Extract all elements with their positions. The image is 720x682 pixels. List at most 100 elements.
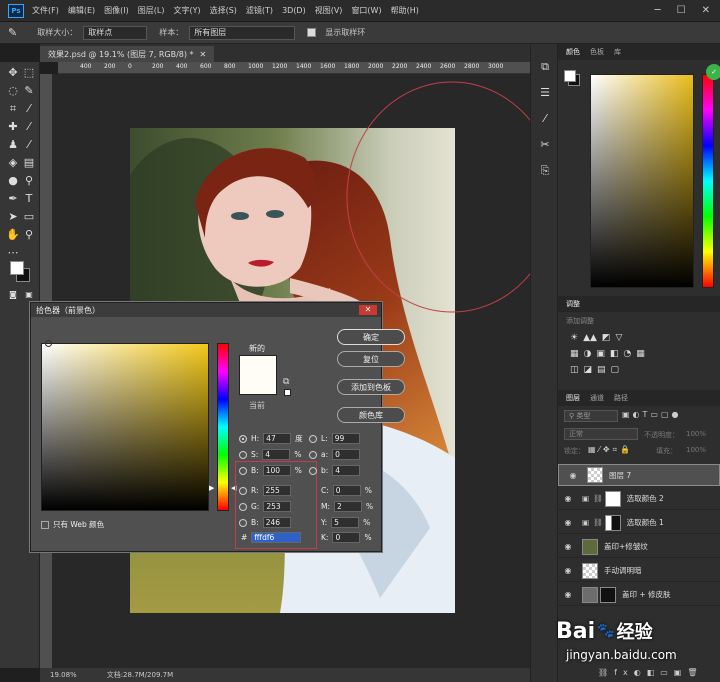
hue-slider[interactable] (702, 74, 714, 288)
tab-adjustments[interactable]: 调整 (566, 299, 580, 309)
layer-row[interactable]: ◉ 盖印 + 修皮肤 (558, 584, 720, 606)
stamp-tool-icon[interactable]: ♟ (6, 138, 20, 152)
photo-filter-icon[interactable]: ◧ (610, 349, 619, 359)
layers-footer-icons[interactable]: ⛓fx◐◧▭▣🗑 (598, 668, 704, 677)
menu-type[interactable]: 文字(Y) (173, 5, 200, 16)
tab-layers[interactable]: 图层 (566, 393, 580, 403)
color-field-cursor[interactable] (45, 340, 52, 347)
saturation-radio[interactable] (239, 450, 247, 459)
b-lab-input[interactable]: 4 (332, 465, 361, 476)
quick-mask-icon[interactable]: ◙ (6, 288, 20, 302)
color-field[interactable] (590, 74, 694, 288)
zoom-level[interactable]: 19.08% (50, 671, 77, 679)
gradient-tool-icon[interactable]: ▤ (22, 156, 36, 170)
a-radio[interactable] (309, 450, 317, 459)
quick-select-icon[interactable]: ✎ (22, 84, 36, 98)
tab-channels[interactable]: 通道 (590, 393, 604, 403)
web-safe-swatch[interactable] (284, 389, 291, 396)
l-radio[interactable] (309, 434, 317, 443)
hue-sat-icon[interactable]: ▦ (570, 349, 579, 359)
history-panel-icon[interactable]: ⧉ (538, 60, 552, 74)
cube-icon[interactable]: ⧉ (283, 377, 289, 387)
ok-button[interactable]: 确定 (337, 329, 405, 345)
eyedropper-tool-icon[interactable]: ⁄ (22, 102, 36, 116)
tool-presets-icon[interactable]: ✂ (538, 138, 552, 152)
brush-tool-icon[interactable]: ⁄ (22, 120, 36, 134)
threshold-icon[interactable]: ▤ (597, 365, 606, 375)
visibility-eye-icon[interactable]: ◉ (562, 590, 574, 599)
menu-3d[interactable]: 3D(D) (282, 6, 306, 15)
visibility-eye-icon[interactable]: ◉ (567, 471, 579, 480)
more-tools-icon[interactable]: ⋯ (6, 246, 20, 260)
hue-radio[interactable] (239, 434, 247, 443)
type-tool-icon[interactable]: T (22, 192, 36, 206)
clone-source-icon[interactable]: ⎘ (538, 164, 552, 178)
levels-icon[interactable]: ▲▲ (583, 333, 597, 343)
brightness-icon[interactable]: ☀ (570, 333, 578, 343)
visibility-eye-icon[interactable]: ◉ (562, 566, 574, 575)
fill-value[interactable]: 100% (686, 446, 706, 454)
tab-paths[interactable]: 路径 (614, 393, 628, 403)
tab-libraries[interactable]: 库 (614, 47, 621, 57)
menu-select[interactable]: 选择(S) (210, 5, 237, 16)
close-tab-icon[interactable]: ✕ (200, 50, 207, 59)
tab-swatches[interactable]: 色板 (590, 47, 604, 57)
layer-filter-icons[interactable]: ▣◐T▭▢● (622, 410, 682, 419)
layer-row[interactable]: ◉ 图层 7 (558, 464, 720, 486)
menu-filter[interactable]: 滤镜(T) (246, 5, 273, 16)
invert-icon[interactable]: ◫ (570, 365, 579, 375)
yellow-input[interactable]: 5 (331, 517, 360, 528)
sample-select[interactable]: 所有图层 (189, 25, 296, 40)
show-ring-checkbox[interactable] (307, 28, 317, 37)
menu-file[interactable]: 文件(F) (32, 5, 59, 16)
layer-filter-select[interactable]: ⚲ 类型 (564, 410, 618, 422)
layer-row[interactable]: ◉ 手动调明暗 (558, 560, 720, 582)
vibrance-icon[interactable]: ▽ (615, 333, 622, 343)
color-balance-icon[interactable]: ◑ (584, 349, 592, 359)
opacity-value[interactable]: 100% (686, 430, 706, 438)
brush-panel-icon[interactable]: ⁄ (538, 112, 552, 126)
tab-color[interactable]: 颜色 (566, 47, 580, 57)
web-only-checkbox[interactable] (41, 520, 49, 529)
menu-edit[interactable]: 编辑(E) (68, 5, 95, 16)
dialog-close-button[interactable]: ✕ (359, 305, 377, 315)
menu-window[interactable]: 窗口(W) (351, 5, 381, 16)
curves-icon[interactable]: ◩ (602, 333, 611, 343)
panel-foreground-swatch[interactable] (564, 70, 576, 82)
magenta-input[interactable]: 2 (334, 501, 362, 512)
dodge-tool-icon[interactable]: ⚲ (22, 174, 36, 188)
sample-size-select[interactable]: 取样点 (83, 25, 148, 40)
color-lookup-icon[interactable]: ▦ (636, 349, 645, 359)
menu-view[interactable]: 视图(V) (315, 5, 343, 16)
menu-image[interactable]: 图像(I) (104, 5, 129, 16)
selective-color-icon[interactable]: ▢ (611, 365, 620, 375)
path-select-icon[interactable]: ➤ (6, 210, 20, 224)
l-input[interactable]: 99 (331, 433, 360, 444)
visibility-eye-icon[interactable]: ◉ (562, 542, 574, 551)
marquee-tool-icon[interactable]: ⬚ (22, 66, 36, 80)
eyedropper-icon[interactable]: ✎ (8, 26, 17, 39)
lasso-tool-icon[interactable]: ◌ (6, 84, 20, 98)
menu-layer[interactable]: 图层(L) (138, 5, 165, 16)
layer-row[interactable]: ◉ 盖印+修皱纹 (558, 536, 720, 558)
reset-button[interactable]: 复位 (337, 351, 405, 367)
document-tab[interactable]: 效果2.psd @ 19.1% (图层 7, RGB/8) * ✕ (40, 46, 215, 62)
hue-input[interactable]: 47 (263, 433, 292, 444)
healing-tool-icon[interactable]: ✚ (6, 120, 20, 134)
zoom-tool-icon[interactable]: ⚲ (22, 228, 36, 242)
visibility-eye-icon[interactable]: ◉ (562, 518, 574, 527)
close-window-button[interactable]: ✕ (702, 5, 710, 16)
foreground-color-swatch[interactable] (10, 261, 24, 275)
menu-help[interactable]: 帮助(H) (391, 5, 419, 16)
black-input[interactable]: 0 (332, 532, 361, 543)
maximize-button[interactable]: ☐ (677, 5, 686, 16)
posterize-icon[interactable]: ◪ (584, 365, 593, 375)
hue-left-arrow-icon[interactable]: ▶ (209, 484, 214, 492)
blend-mode-select[interactable]: 正常 (564, 428, 638, 440)
add-to-swatches-button[interactable]: 添加到色板 (337, 379, 405, 395)
b-lab-radio[interactable] (309, 466, 317, 475)
saturation-input[interactable]: 4 (262, 449, 291, 460)
eraser-tool-icon[interactable]: ◈ (6, 156, 20, 170)
color-libraries-button[interactable]: 颜色库 (337, 407, 405, 423)
move-tool-icon[interactable]: ✥ (6, 66, 20, 80)
